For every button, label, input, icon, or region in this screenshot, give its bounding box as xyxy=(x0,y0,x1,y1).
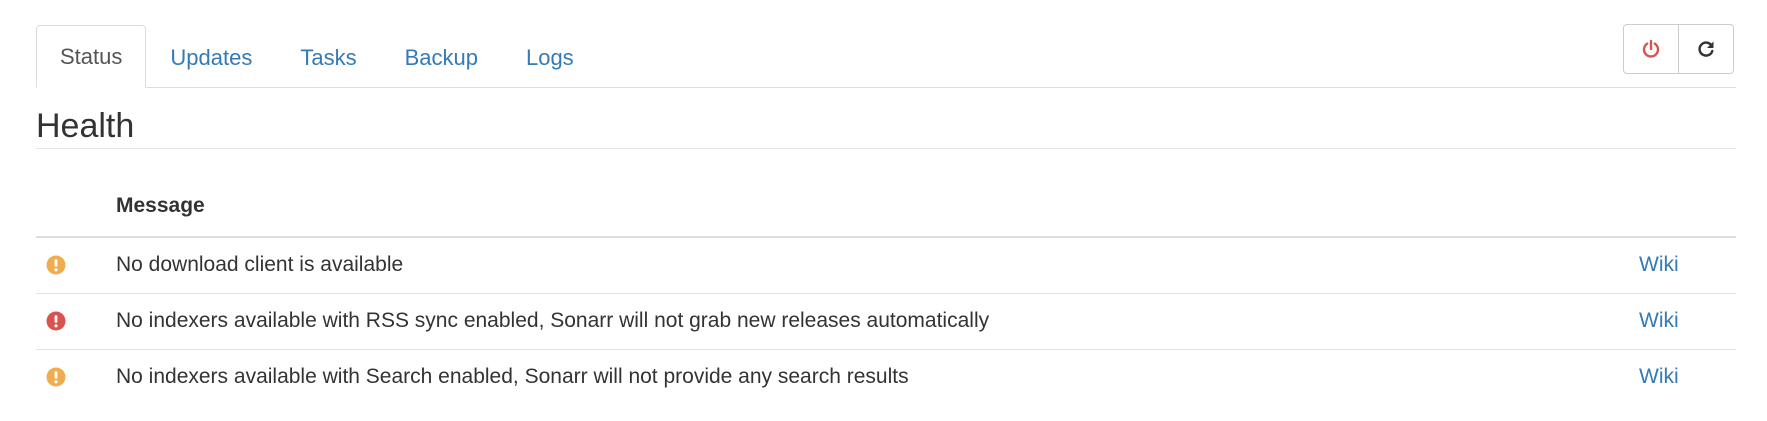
tab-updates[interactable]: Updates xyxy=(146,27,276,88)
refresh-icon xyxy=(1698,41,1714,57)
health-message: No indexers available with RSS sync enab… xyxy=(116,309,990,332)
table-row: No download client is available Wiki xyxy=(36,238,1736,294)
health-table: Message No download client is available … xyxy=(36,178,1736,405)
tab-backup[interactable]: Backup xyxy=(381,27,502,88)
tab-logs[interactable]: Logs xyxy=(502,27,598,88)
wiki-link[interactable]: Wiki xyxy=(1639,365,1679,389)
error-circle-icon xyxy=(46,311,66,331)
system-tabs: Status Updates Tasks Backup Logs xyxy=(36,25,1736,88)
health-message: No download client is available xyxy=(116,253,404,276)
wiki-link[interactable]: Wiki xyxy=(1639,309,1679,333)
refresh-button[interactable] xyxy=(1678,24,1734,74)
warning-circle-icon xyxy=(46,367,66,387)
table-row: No indexers available with Search enable… xyxy=(36,350,1736,405)
tab-status[interactable]: Status xyxy=(36,25,147,88)
power-icon xyxy=(1642,39,1660,58)
column-header-message: Message xyxy=(116,194,205,217)
tab-tasks[interactable]: Tasks xyxy=(276,27,380,88)
health-message: No indexers available with Search enable… xyxy=(116,365,909,388)
system-actions xyxy=(1623,24,1734,74)
table-row: No indexers available with RSS sync enab… xyxy=(36,294,1736,350)
restart-button[interactable] xyxy=(1623,24,1679,74)
wiki-link[interactable]: Wiki xyxy=(1639,253,1679,277)
health-heading: Health xyxy=(36,104,1736,149)
warning-circle-icon xyxy=(46,255,66,275)
system-page: Status Updates Tasks Backup Logs Health … xyxy=(0,0,1767,421)
table-header: Message xyxy=(36,178,1736,238)
